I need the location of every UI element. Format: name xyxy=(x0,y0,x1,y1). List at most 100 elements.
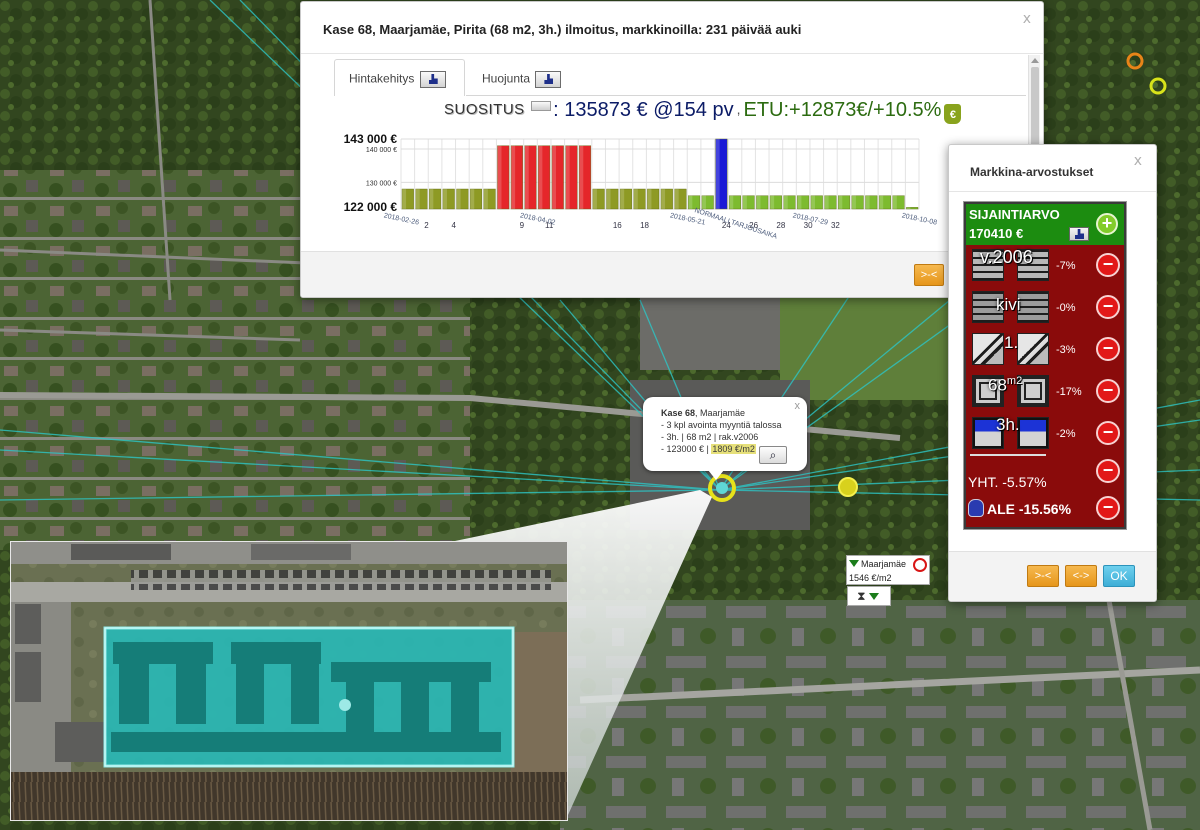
ok-button[interactable]: OK xyxy=(1103,565,1135,587)
chart-bar-highlight xyxy=(538,145,543,209)
adjustment-row-material: kivi -0% − xyxy=(970,289,1122,327)
chart-bar-highlight xyxy=(661,189,666,209)
add-button[interactable]: + xyxy=(1096,213,1118,235)
x-date-label: 2018-02-26 xyxy=(383,212,420,226)
x-date-label: 2018-04-02 xyxy=(519,212,556,226)
chart-icon[interactable] xyxy=(1069,227,1089,241)
chart-bar-highlight xyxy=(483,189,488,209)
trend-down-icon xyxy=(849,560,859,567)
chart-bar-highlight xyxy=(851,195,856,209)
adjustment-percent: -2% xyxy=(1056,428,1076,440)
time-filter-box[interactable]: ⧗ xyxy=(847,586,891,606)
panel-footer: >-< <-> OK xyxy=(949,551,1156,601)
popup-line: - 3h. | 68 m2 | rak.v2006 xyxy=(661,432,759,442)
x-tick-number: 32 xyxy=(831,221,840,230)
zoom-icon[interactable]: ⌕ xyxy=(759,446,787,464)
close-icon[interactable]: x xyxy=(1134,153,1142,169)
listing-title: Kase 68, Maarjamäe, Pirita (68 m2, 3h.) … xyxy=(323,22,802,37)
chart-bar-highlight xyxy=(429,189,434,209)
tab-label: Hintakehitys xyxy=(349,71,415,86)
chart-bar-highlight xyxy=(838,195,843,209)
market-valuation-panel: Markkina-arvostukset x SIJAINTIARVO 1704… xyxy=(948,144,1157,602)
tab-divider xyxy=(466,95,1026,96)
close-icon[interactable]: x xyxy=(795,400,801,412)
adjustment-percent: -17% xyxy=(1056,386,1082,398)
remove-button[interactable]: − xyxy=(1096,421,1120,445)
stairs-icon xyxy=(972,333,1004,365)
chart-bar-highlight xyxy=(865,195,870,209)
location-value-header: SIJAINTIARVO 170410 € + xyxy=(966,204,1124,245)
x-tick-number: 16 xyxy=(613,221,622,230)
chart-bar-highlight xyxy=(470,189,475,209)
adjustment-row-rooms: 3h. -2% − xyxy=(970,415,1122,453)
rooms-icon xyxy=(1017,417,1049,449)
chart-bar-highlight xyxy=(674,189,679,209)
collapse-button[interactable]: >-< xyxy=(1027,565,1059,587)
listing-popup: x Kase 68, Maarjamäe - 3 kpl avointa myy… xyxy=(643,397,807,480)
location-value: 170410 € xyxy=(969,226,1024,241)
price-history-window: Kase 68, Maarjamäe, Pirita (68 m2, 3h.) … xyxy=(300,1,1044,298)
chart-bar-highlight xyxy=(497,145,502,209)
title-divider xyxy=(949,191,1156,192)
chart-bar-highlight xyxy=(906,207,911,209)
recommendation-gain: ETU:+12873€/+10.5% xyxy=(743,99,942,121)
chart-bar-highlight xyxy=(579,145,584,209)
remove-button[interactable]: − xyxy=(1096,459,1120,483)
adjustment-row-area: 68m2 -17% − xyxy=(970,373,1122,411)
location-value-label: SIJAINTIARVO xyxy=(969,207,1060,222)
price-chart: 143 000 € 122 000 € 140 000 € 130 000 € 2 4 9 1… xyxy=(344,132,938,241)
area-price: 1546 €/m2 xyxy=(849,573,892,583)
x-date-label: 2018-10-08 xyxy=(901,212,938,226)
chart-bar-highlight xyxy=(688,195,693,209)
chart-bar-highlight xyxy=(633,189,638,209)
adjustment-label: v.2006 xyxy=(980,247,1033,267)
stairs-icon xyxy=(1017,333,1049,365)
x-tick-number: 28 xyxy=(776,221,785,230)
chart-bar-highlight xyxy=(442,189,447,209)
chart-bar-highlight xyxy=(592,189,597,209)
total-adjustment: YHT. -5.57% xyxy=(968,474,1047,490)
tab-hintakehitys[interactable]: Hintakehitys xyxy=(334,59,465,96)
sum-divider xyxy=(970,454,1046,456)
hand-icon xyxy=(968,499,984,517)
remove-button[interactable]: − xyxy=(1096,337,1120,361)
chart-bar-highlight xyxy=(606,189,611,209)
chart-bar-highlight xyxy=(565,145,570,209)
recommendation-toggle-icon[interactable] xyxy=(531,101,552,111)
adjustment-percent: -7% xyxy=(1056,260,1076,272)
chart-bar-highlight xyxy=(456,189,461,209)
tab-huojunta[interactable]: Huojunta xyxy=(467,59,577,96)
chart-bar-highlight xyxy=(783,195,788,209)
collapse-button[interactable]: >-< xyxy=(914,264,944,286)
popup-title: Kase 68, Maarjamäe xyxy=(661,408,746,418)
discount-value: ALE -15.56% xyxy=(987,501,1072,517)
recommendation-line: SUOSITUS : 135873 € @154 pv, ETU:+12873€/… xyxy=(444,99,1020,127)
scroll-up-arrow-icon[interactable] xyxy=(1031,58,1039,63)
hourglass-icon: ⧗ xyxy=(857,589,866,603)
remove-button[interactable]: − xyxy=(1096,253,1120,277)
close-icon[interactable]: x xyxy=(1023,11,1031,27)
chart-icon xyxy=(535,71,562,88)
remove-button[interactable]: − xyxy=(1096,379,1120,403)
x-tick-number: 9 xyxy=(520,221,525,230)
x-tick-number: 4 xyxy=(451,221,456,230)
building-inset-photo xyxy=(10,541,568,821)
remove-button[interactable]: − xyxy=(1096,295,1120,319)
adjustment-label: 68m2 xyxy=(988,375,1023,395)
chart-annotation: NORMAALI TARJOUSAIKA xyxy=(693,207,778,240)
chart-icon xyxy=(419,71,446,88)
expand-button[interactable]: <-> xyxy=(1065,565,1097,587)
chart-bar-highlight xyxy=(402,189,407,209)
chart-bar-highlight xyxy=(715,139,720,209)
adjustment-row-year: v.2006 -7% − xyxy=(970,247,1122,285)
chart-bar-highlight xyxy=(524,145,529,209)
chart-bar-highlight xyxy=(824,195,829,209)
x-tick-number: 2 xyxy=(424,221,429,230)
area-price-label[interactable]: Maarjamäe 1546 €/m2 xyxy=(846,555,930,585)
adjustment-label: 3h. xyxy=(996,415,1020,434)
chart-bar-highlight xyxy=(415,189,420,209)
remove-button[interactable]: − xyxy=(1096,496,1120,520)
y-axis-label: 143 000 € xyxy=(344,132,398,146)
window-footer: >-< xyxy=(301,251,1043,297)
discount-row: ALE -15.56% xyxy=(968,499,1071,517)
